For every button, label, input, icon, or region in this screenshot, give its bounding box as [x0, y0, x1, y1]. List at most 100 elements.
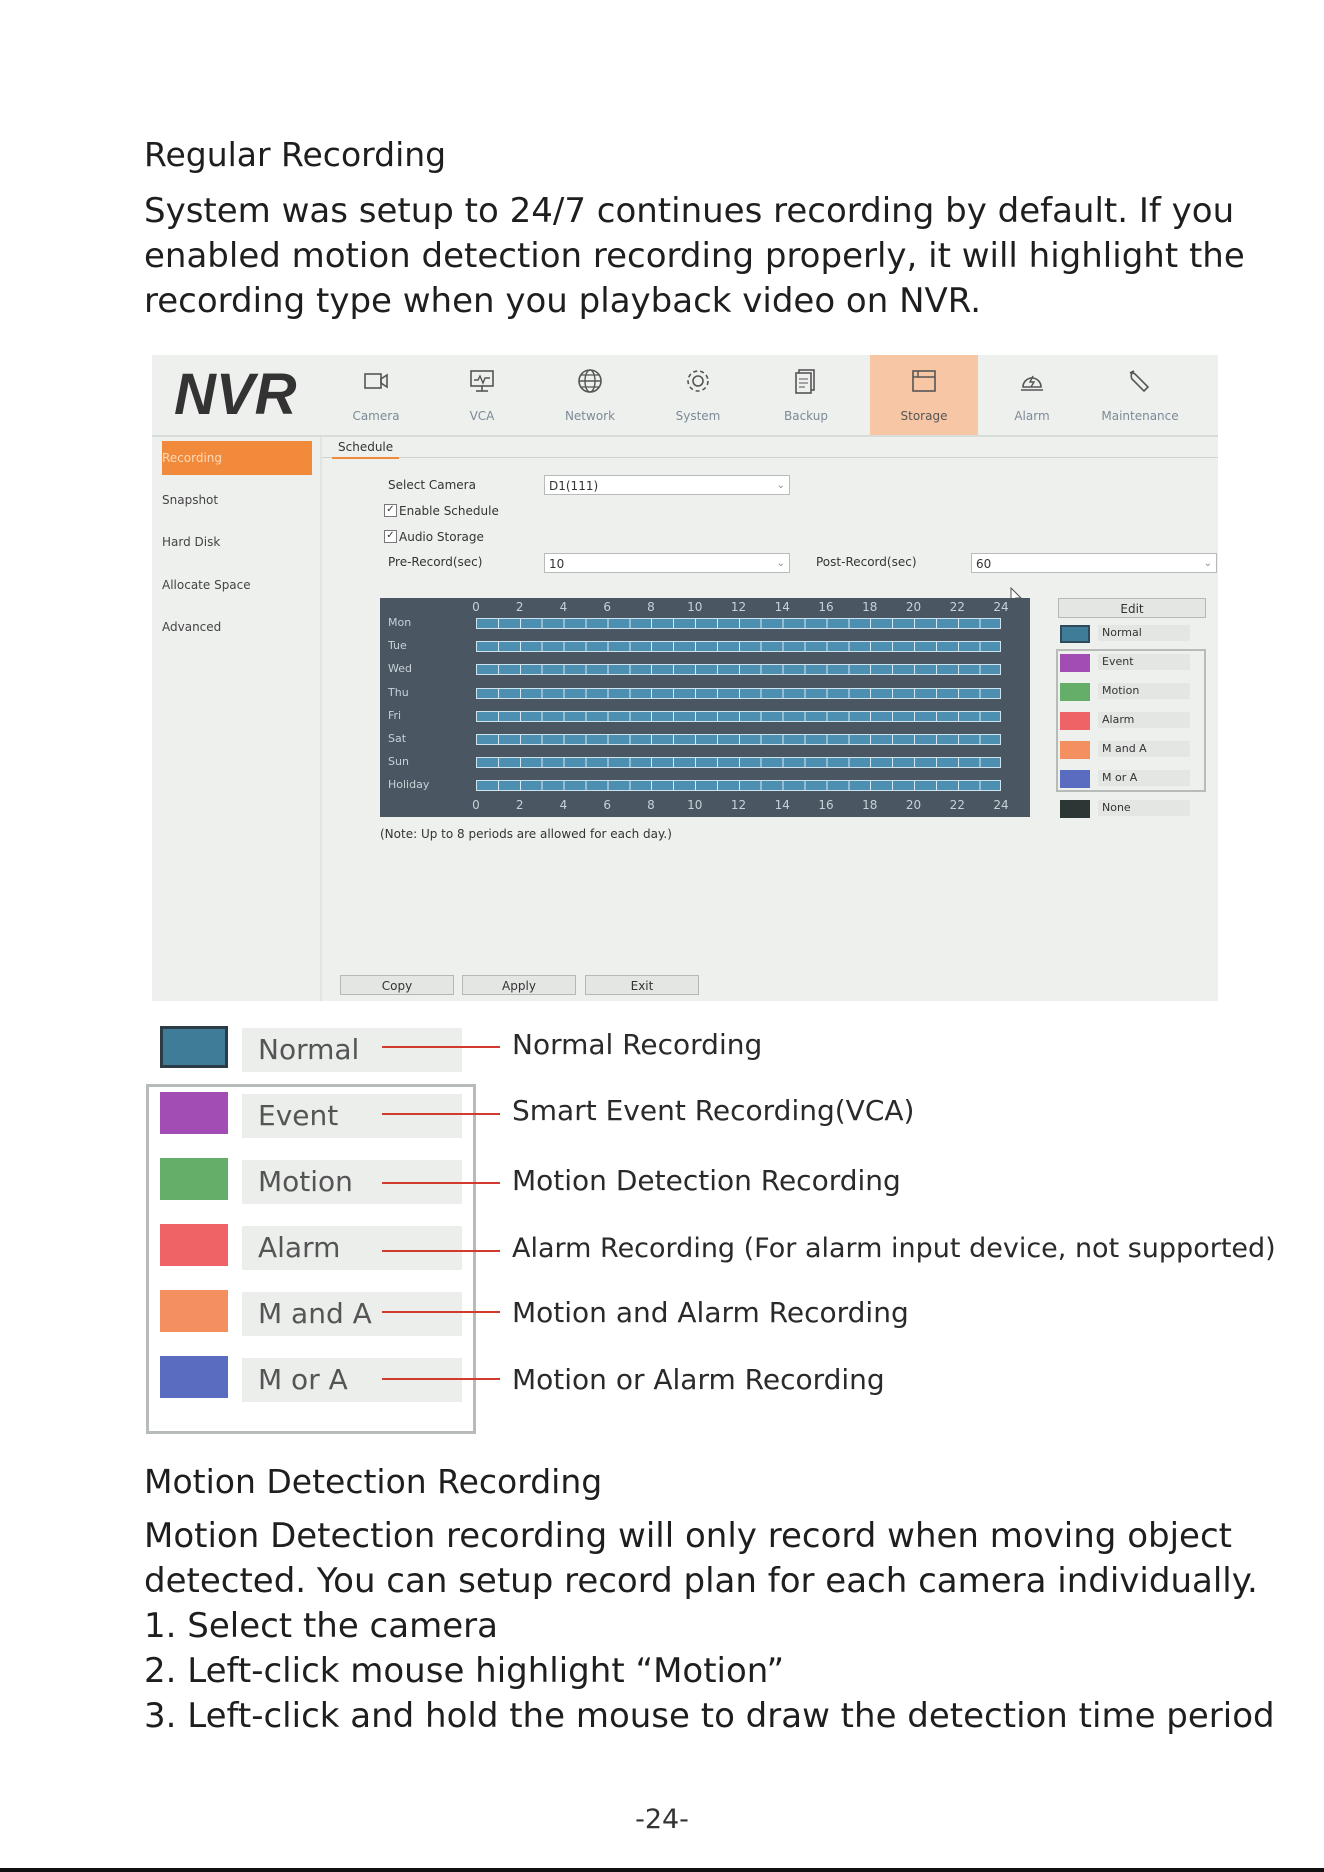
enable-schedule-label: Enable Schedule — [399, 504, 499, 518]
color-swatch — [160, 1290, 228, 1332]
color-swatch — [160, 1356, 228, 1398]
hour-label: 2 — [515, 600, 524, 614]
nav-camera[interactable]: Camera — [322, 355, 430, 435]
paragraph-line: recording type when you playback video o… — [144, 281, 982, 321]
hour-label: 0 — [472, 798, 480, 812]
schedule-bar[interactable] — [476, 734, 1001, 745]
hour-label: 22 — [949, 798, 965, 812]
color-swatch — [1060, 712, 1090, 730]
post-record-value: 60 — [976, 557, 992, 571]
desc-m-or-a: Motion or Alarm Recording — [512, 1363, 885, 1396]
nav-label: Storage — [900, 409, 948, 423]
color-swatch — [160, 1158, 228, 1200]
legend-label: M or A — [242, 1358, 462, 1402]
schedule-bar[interactable] — [476, 664, 1001, 676]
hour-label: 24 — [993, 798, 1009, 812]
globe-icon — [578, 369, 602, 393]
schedule-bar[interactable] — [476, 757, 1001, 769]
edit-button[interactable]: Edit — [1058, 598, 1206, 618]
audio-storage-checkbox[interactable]: ✓ — [384, 530, 397, 543]
nav-system[interactable]: System — [644, 355, 752, 435]
nav-network[interactable]: Network — [536, 355, 644, 435]
nvr-sidebar: Recording Snapshot Hard Disk Allocate Sp… — [152, 437, 322, 1001]
desc-event: Smart Event Recording(VCA) — [512, 1094, 915, 1127]
connector-line — [382, 1378, 500, 1380]
hour-label: 22 — [949, 600, 965, 614]
day-label: Holiday — [388, 778, 430, 792]
enable-schedule-checkbox[interactable]: ✓ — [384, 504, 397, 517]
schedule-bar[interactable] — [476, 641, 1001, 653]
exit-button[interactable]: Exit — [585, 975, 699, 995]
desc-alarm: Alarm Recording (For alarm input device,… — [512, 1233, 1276, 1264]
paragraph-line: Motion Detection recording will only rec… — [144, 1516, 1232, 1556]
paragraph-line: enabled motion detection recording prope… — [144, 236, 1245, 276]
connector-line — [382, 1311, 500, 1313]
color-swatch — [1060, 800, 1090, 818]
nav-maintenance[interactable]: Maintenance — [1086, 355, 1194, 435]
nav-vca[interactable]: VCA — [428, 355, 536, 435]
legend-label: Event — [1098, 654, 1190, 670]
nav-backup[interactable]: Backup — [752, 355, 860, 435]
sidebar-item-allocate-space[interactable]: Allocate Space — [162, 568, 312, 602]
nav-storage[interactable]: Storage — [870, 355, 978, 435]
hour-label: 10 — [687, 600, 703, 614]
sidebar-item-recording[interactable]: Recording — [162, 441, 312, 475]
legend-label: M and A — [1098, 741, 1190, 757]
schedule-bar[interactable] — [476, 710, 1001, 722]
apply-button[interactable]: Apply — [462, 975, 576, 995]
sidebar-item-hard-disk[interactable]: Hard Disk — [162, 525, 312, 559]
color-swatch — [1060, 770, 1090, 788]
camera-icon — [364, 373, 388, 389]
legend-zoom: Normal Event Motion Alarm M and A M or A — [146, 1017, 478, 1434]
nav-label: Maintenance — [1101, 409, 1179, 423]
camera-select[interactable]: D1(111) ⌄ — [544, 475, 790, 495]
audio-storage-label: Audio Storage — [399, 530, 484, 544]
pre-record-select[interactable]: 10 ⌄ — [544, 553, 790, 573]
color-swatch — [1060, 683, 1090, 701]
wrench-icon — [1129, 370, 1150, 393]
section1-paragraph: System was setup to 24/7 continues recor… — [144, 189, 1245, 324]
post-record-select[interactable]: 60 ⌄ — [971, 553, 1217, 573]
schedule-bar[interactable] — [476, 618, 1001, 629]
hour-label: 2 — [515, 798, 524, 812]
paragraph-line: detected. You can setup record plan for … — [144, 1561, 1258, 1601]
gear-icon — [687, 370, 709, 392]
nvr-tab-bar: Schedule — [322, 437, 1218, 459]
hour-label: 14 — [774, 600, 790, 614]
legend-label: Motion — [1098, 683, 1190, 699]
connector-line — [382, 1182, 500, 1184]
copy-button[interactable]: Copy — [340, 975, 454, 995]
hour-label: 16 — [818, 798, 834, 812]
legend-label: M or A — [1098, 770, 1190, 786]
connector-line — [382, 1113, 500, 1115]
schedule-grid[interactable]: 0 0 2 2 4 4 6 6 8 8 10 10 12 12 14 14 16 16 18 18 20 20 22 22 24… — [380, 598, 1030, 817]
schedule-bar[interactable] — [476, 687, 1001, 699]
section-heading-motion-detection: Motion Detection Recording — [144, 1462, 603, 1501]
vca-monitor-icon — [470, 370, 494, 392]
day-label: Thu — [388, 685, 409, 699]
hour-label: 12 — [730, 600, 747, 614]
color-swatch — [1060, 741, 1090, 759]
hour-label: 18 — [862, 798, 878, 812]
legend-label: Alarm — [1098, 712, 1190, 728]
tab-schedule[interactable]: Schedule — [332, 437, 400, 459]
day-label: Sat — [388, 732, 407, 745]
legend-label: Normal — [1098, 625, 1190, 641]
hour-label: 0 — [472, 600, 480, 614]
section-heading-regular-recording: Regular Recording — [144, 135, 447, 174]
schedule-bar[interactable] — [476, 780, 1001, 792]
nav-alarm[interactable]: Alarm — [978, 355, 1086, 435]
pre-record-label: Pre-Record(sec) — [388, 555, 483, 569]
sidebar-item-advanced[interactable]: Advanced — [162, 610, 312, 644]
hour-label: 12 — [730, 798, 747, 812]
nav-label: Alarm — [1014, 409, 1050, 423]
schedule-note: (Note: Up to 8 periods are allowed for e… — [380, 827, 672, 841]
hour-label: 14 — [774, 798, 790, 812]
chevron-down-icon: ⌄ — [776, 558, 785, 569]
sidebar-item-snapshot[interactable]: Snapshot — [162, 483, 312, 517]
color-swatch — [1060, 654, 1090, 672]
hour-label: 4 — [559, 798, 568, 812]
pre-record-value: 10 — [549, 557, 565, 571]
nvr-logo: NVR — [174, 362, 297, 427]
zoom-row-motion: Motion — [146, 1149, 478, 1209]
